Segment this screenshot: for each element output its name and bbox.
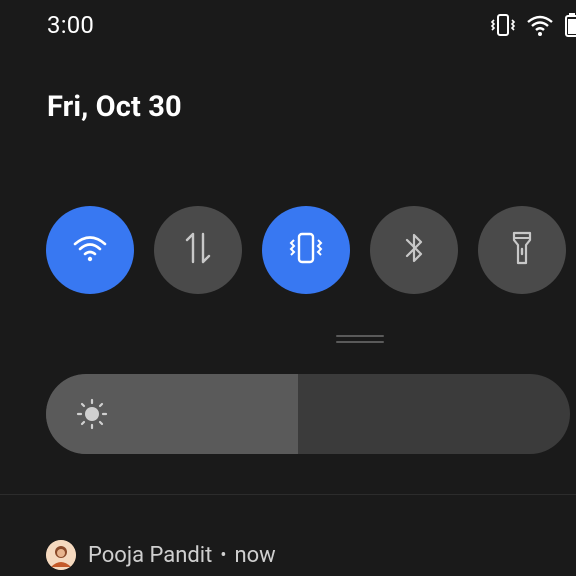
notification-separator: • [220, 544, 227, 566]
divider [0, 494, 576, 495]
notification-time: now [234, 542, 276, 568]
notification-sender: Pooja Pandit [88, 542, 213, 568]
brightness-slider[interactable] [46, 374, 570, 454]
data-arrows-icon [181, 230, 215, 270]
vibrate-icon [288, 230, 324, 270]
notification-header[interactable]: Pooja Pandit • now [46, 540, 276, 570]
battery-icon [564, 12, 576, 42]
date-label: Fri, Oct 30 [47, 90, 182, 124]
bluetooth-tile[interactable] [370, 206, 458, 294]
vibrate-icon [490, 12, 516, 42]
flashlight-tile[interactable] [478, 206, 566, 294]
wifi-icon [526, 13, 554, 41]
wifi-tile[interactable] [46, 206, 134, 294]
status-icons [490, 12, 576, 42]
panel-drag-handle[interactable] [336, 335, 384, 343]
quick-settings-tiles [46, 206, 566, 294]
brightness-icon [76, 398, 108, 430]
avatar [46, 540, 76, 570]
vibrate-tile[interactable] [262, 206, 350, 294]
bluetooth-icon [399, 230, 429, 270]
status-time: 3:00 [47, 11, 95, 39]
mobile-data-tile[interactable] [154, 206, 242, 294]
flashlight-icon [507, 230, 537, 270]
status-bar: 3:00 [0, 0, 576, 52]
wifi-icon [73, 233, 107, 267]
